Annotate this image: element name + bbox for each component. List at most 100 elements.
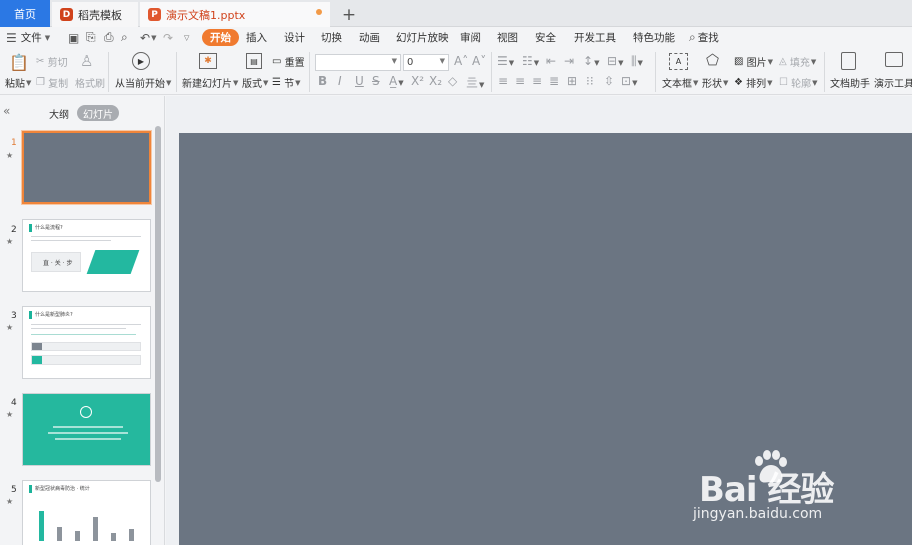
paste-icon[interactable]: 📋: [9, 53, 29, 72]
textbox-icon[interactable]: A: [669, 53, 688, 70]
layout-icon[interactable]: ▤: [246, 53, 262, 69]
arrange-icon: ❖: [734, 77, 743, 88]
menu-tab-transition[interactable]: 切换: [321, 29, 342, 46]
italic-button[interactable]: I: [338, 74, 342, 88]
doc-assistant-button[interactable]: 文档助手: [830, 75, 870, 90]
menu-tab-slideshow[interactable]: 幻灯片放映: [396, 29, 449, 46]
quick-access-dropdown-icon[interactable]: ▽: [183, 29, 189, 46]
baidu-jingyan-watermark: Bai 经验 jingyan.baidu.com: [693, 450, 868, 530]
decrease-indent-icon[interactable]: ⇤: [546, 54, 556, 68]
slide-thumbnail-4[interactable]: [22, 393, 151, 466]
new-slide-button[interactable]: 新建幻灯片 ▼: [182, 75, 238, 91]
tab-home[interactable]: 首页: [0, 0, 50, 27]
paste-button[interactable]: 粘贴 ▼: [5, 75, 31, 91]
textbox-button[interactable]: 文本框 ▼: [662, 75, 698, 91]
increase-font-icon[interactable]: A˄: [454, 54, 468, 68]
bold-button[interactable]: B: [318, 74, 327, 88]
slide-thumb-text: 直 · 关 · 步: [43, 260, 73, 267]
slide-number: 2: [11, 225, 17, 235]
present-tools-icon[interactable]: [885, 52, 903, 67]
bullet-list-icon[interactable]: ☰▼: [497, 54, 514, 68]
format-painter-button[interactable]: 格式刷: [75, 75, 105, 90]
picture-icon: ▨: [734, 56, 744, 67]
fill-button[interactable]: ◬ 填充 ▼: [779, 54, 816, 69]
play-icon[interactable]: ▶: [132, 52, 150, 70]
arrange-button[interactable]: ❖ 排列 ▼: [734, 75, 773, 90]
slide-thumbnail-2[interactable]: 什么是流程? 直 · 关 · 步: [22, 219, 151, 292]
search-button[interactable]: ⌕ 查找: [689, 29, 719, 46]
section-button[interactable]: ☰ 节 ▼: [272, 75, 301, 90]
present-tools-button[interactable]: 演示工具: [874, 75, 912, 90]
slide-thumbnail-5[interactable]: 新型冠状病毒防治 · 统计: [22, 480, 151, 545]
file-menu[interactable]: ☰ 文件 ▼: [6, 29, 50, 46]
export-pdf-icon[interactable]: ⎘: [86, 29, 96, 46]
smart-art-icon[interactable]: ⊡▼: [621, 74, 637, 88]
watermark-url: jingyan.baidu.com: [693, 506, 823, 522]
clear-format-icon[interactable]: ◇: [448, 74, 457, 88]
line-spacing-icon[interactable]: ↕▼: [583, 54, 599, 68]
doc-assistant-icon[interactable]: [841, 52, 856, 70]
outline-button[interactable]: ☐ 轮廓 ▼: [779, 75, 818, 90]
char-spacing-icon[interactable]: 亖▼: [466, 74, 484, 91]
new-slide-icon[interactable]: ✱: [199, 53, 217, 69]
tab-template[interactable]: D 稻壳模板: [52, 2, 138, 27]
distribute-icon[interactable]: ⊞: [567, 74, 577, 88]
shapes-icon[interactable]: ⬠: [706, 51, 719, 69]
numbered-list-icon[interactable]: ☷▼: [522, 54, 539, 68]
font-size-select[interactable]: 0 ▼: [403, 54, 449, 71]
menu-tab-developer[interactable]: 开发工具: [574, 29, 616, 46]
tab-outline[interactable]: 大纲: [46, 105, 72, 121]
animation-star-icon: ★: [6, 323, 14, 332]
increase-indent-icon[interactable]: ⇥: [564, 54, 574, 68]
copy-button[interactable]: ❐ 复制: [36, 75, 68, 90]
menu-tab-view[interactable]: 视图: [497, 29, 518, 46]
text-direction-icon[interactable]: ⊟▼: [607, 54, 623, 68]
format-painter-icon[interactable]: ♙: [80, 52, 93, 70]
collapse-panel-icon[interactable]: «: [3, 104, 10, 118]
superscript-icon[interactable]: X²: [411, 74, 424, 88]
tab-document[interactable]: P 演示文稿1.pptx: [140, 2, 330, 27]
slide-thumbnail-3[interactable]: 什么是新型肺炎?: [22, 306, 151, 379]
copy-icon: ❐: [36, 77, 45, 88]
presentation-file-icon: P: [148, 8, 161, 21]
menu-bar: ☰ 文件 ▼ ▣ ⎘ ⎙ ⌕ ↶ ▼ ↷ ▽ 开始 插入 设计 切换 动画 幻灯片…: [0, 27, 912, 48]
panel-scrollbar[interactable]: [155, 126, 161, 482]
save-icon[interactable]: ▣: [68, 29, 79, 46]
menu-tab-features[interactable]: 特色功能: [633, 29, 675, 46]
paragraph-spacing-icon[interactable]: ⇳: [604, 74, 614, 88]
redo-icon[interactable]: ↷: [163, 29, 173, 46]
underline-button[interactable]: U: [355, 74, 364, 88]
menu-tab-insert[interactable]: 插入: [246, 29, 267, 46]
justify-icon[interactable]: ≣: [549, 74, 559, 88]
cut-button[interactable]: ✂ 剪切: [36, 54, 68, 69]
slide-thumbnail-1[interactable]: [22, 131, 151, 204]
undo-icon[interactable]: ↶ ▼: [140, 29, 156, 46]
font-name-select[interactable]: ▼: [315, 54, 401, 71]
docer-logo-icon: D: [60, 8, 73, 21]
strikethrough-button[interactable]: S: [372, 74, 380, 88]
menu-tab-review[interactable]: 审阅: [460, 29, 481, 46]
menu-tab-start[interactable]: 开始: [202, 29, 239, 46]
vertical-align-icon[interactable]: ⫼▼: [631, 54, 643, 69]
align-center-icon[interactable]: ≡: [515, 74, 525, 88]
menu-tab-security[interactable]: 安全: [535, 29, 556, 46]
columns-icon[interactable]: ⁝⁝: [586, 74, 594, 88]
menu-tab-animation[interactable]: 动画: [359, 29, 380, 46]
menu-tab-design[interactable]: 设计: [284, 29, 305, 46]
tab-slides[interactable]: 幻灯片: [77, 105, 119, 121]
align-left-icon[interactable]: ≡: [498, 74, 508, 88]
font-color-icon[interactable]: A̲▼: [389, 74, 404, 88]
new-tab-button[interactable]: +: [338, 2, 360, 27]
picture-button[interactable]: ▨ 图片 ▼: [734, 54, 773, 69]
decrease-font-icon[interactable]: A˅: [472, 54, 486, 68]
shape-button[interactable]: 形状 ▼: [702, 75, 728, 91]
print-icon[interactable]: ⎙: [104, 29, 114, 46]
subscript-icon[interactable]: X₂: [429, 74, 442, 88]
fill-bucket-icon: ◬: [779, 56, 787, 67]
align-right-icon[interactable]: ≡: [532, 74, 542, 88]
reset-button[interactable]: ▭ 重置: [272, 54, 305, 69]
file-menu-label: 文件: [20, 32, 42, 44]
print-preview-icon[interactable]: ⌕: [121, 29, 128, 46]
layout-button[interactable]: 版式 ▼: [242, 75, 268, 91]
from-current-button[interactable]: 从当前开始 ▼: [115, 75, 171, 91]
